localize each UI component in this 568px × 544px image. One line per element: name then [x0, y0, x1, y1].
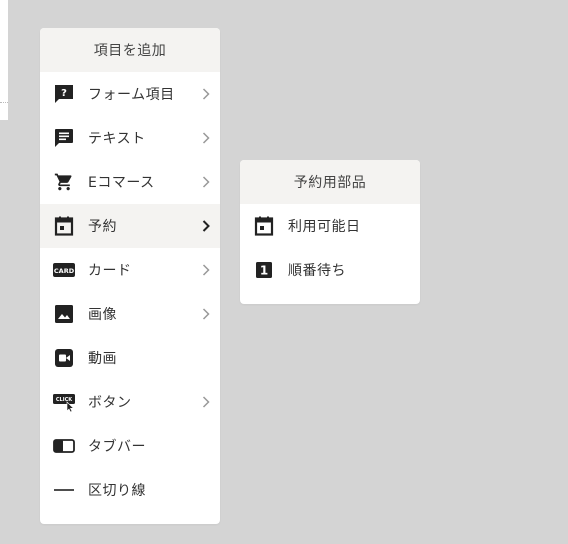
- form-question-icon: ?: [53, 83, 75, 105]
- chevron-right-icon: [200, 396, 212, 408]
- svg-text:1: 1: [260, 264, 268, 278]
- chat-text-icon: [53, 127, 75, 149]
- submenu-item-label: 順番待ち: [288, 263, 346, 279]
- menu-item-image[interactable]: 画像: [40, 292, 220, 336]
- divider-line-icon: [53, 479, 75, 501]
- calendar-icon: [53, 215, 75, 237]
- menu-item-ecommerce[interactable]: Eコマース: [40, 160, 220, 204]
- submenu-item-label: 利用可能日: [288, 219, 361, 235]
- chevron-right-icon: [200, 264, 212, 276]
- calendar-icon: [253, 215, 275, 237]
- menu-item-label: カード: [88, 263, 132, 279]
- reservation-submenu-list: 利用可能日 1 順番待ち: [240, 204, 420, 304]
- image-icon: [53, 303, 75, 325]
- tab-bar-icon: [53, 435, 75, 457]
- menu-item-label: フォーム項目: [88, 87, 175, 103]
- menu-item-form-fields[interactable]: ? フォーム項目: [40, 72, 220, 116]
- video-icon: [53, 347, 75, 369]
- menu-item-divider[interactable]: 区切り線: [40, 468, 220, 512]
- reservation-submenu-title: 予約用部品: [240, 160, 420, 204]
- menu-item-label: 動画: [88, 351, 117, 367]
- click-button-icon: CLICK: [53, 391, 75, 413]
- add-item-menu: 項目を追加 ? フォーム項目 テキスト Eコマース 予約 CARD カード 画像…: [40, 28, 220, 524]
- chevron-right-icon: [200, 308, 212, 320]
- menu-item-label: Eコマース: [88, 175, 155, 191]
- menu-item-label: タブバー: [88, 439, 146, 455]
- svg-text:?: ?: [61, 88, 67, 99]
- menu-item-tab-bar[interactable]: タブバー: [40, 424, 220, 468]
- menu-item-video[interactable]: 動画: [40, 336, 220, 380]
- reservation-submenu: 予約用部品 利用可能日 1 順番待ち: [240, 160, 420, 304]
- chevron-right-icon: [200, 220, 212, 232]
- add-item-menu-title: 項目を追加: [40, 28, 220, 72]
- menu-item-label: 区切り線: [88, 483, 146, 499]
- submenu-item-waitlist[interactable]: 1 順番待ち: [240, 248, 420, 292]
- menu-item-reservation[interactable]: 予約: [40, 204, 220, 248]
- menu-item-text[interactable]: テキスト: [40, 116, 220, 160]
- menu-item-label: 画像: [88, 307, 117, 323]
- shopping-cart-icon: [53, 171, 75, 193]
- background-divider: [0, 102, 8, 103]
- menu-item-card[interactable]: CARD カード: [40, 248, 220, 292]
- chevron-right-icon: [200, 132, 212, 144]
- svg-text:CLICK: CLICK: [56, 397, 73, 403]
- svg-text:CARD: CARD: [54, 267, 75, 275]
- number-one-icon: 1: [253, 259, 275, 281]
- add-item-menu-list: ? フォーム項目 テキスト Eコマース 予約 CARD カード 画像 動画 CL…: [40, 72, 220, 524]
- menu-item-label: 予約: [88, 219, 117, 235]
- menu-item-button[interactable]: CLICK ボタン: [40, 380, 220, 424]
- menu-item-label: ボタン: [88, 395, 132, 411]
- chevron-right-icon: [200, 176, 212, 188]
- card-icon: CARD: [53, 259, 75, 281]
- menu-item-label: テキスト: [88, 131, 146, 147]
- submenu-item-available-dates[interactable]: 利用可能日: [240, 204, 420, 248]
- chevron-right-icon: [200, 88, 212, 100]
